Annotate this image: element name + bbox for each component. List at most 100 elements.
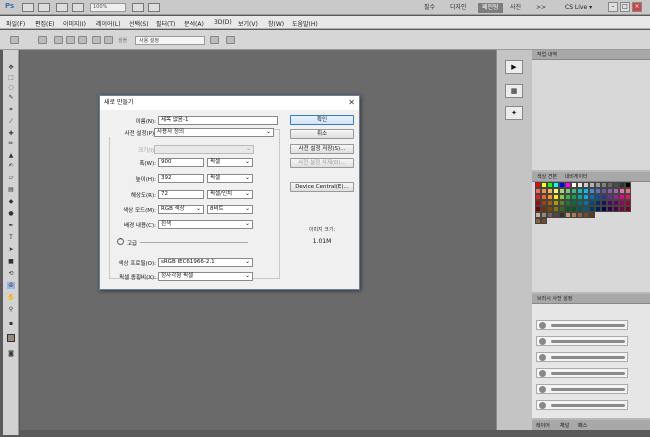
option-icon-7[interactable]: [210, 36, 219, 44]
eraser-tool-icon[interactable]: ▱: [7, 174, 15, 181]
menu-edit[interactable]: 편집(E): [35, 19, 55, 28]
close-app-button[interactable]: ×: [632, 2, 642, 12]
dialog-close-icon[interactable]: ✕: [348, 98, 355, 107]
hand-tool-icon[interactable]: [132, 3, 144, 12]
channels-tab[interactable]: 채널: [560, 422, 569, 429]
menu-select[interactable]: 선택(S): [129, 19, 149, 28]
gradient-tool-icon[interactable]: ▤: [7, 186, 15, 193]
bridge-icon[interactable]: [22, 3, 34, 12]
height-unit-select[interactable]: 픽셀: [207, 174, 253, 183]
workspace-essentials[interactable]: 필수: [420, 3, 439, 13]
foreground-color-swatch[interactable]: [7, 334, 15, 342]
marquee-tool-icon[interactable]: ⬚: [7, 74, 15, 81]
menu-filter[interactable]: 필터(T): [156, 19, 175, 28]
menu-view[interactable]: 보기(V): [238, 19, 258, 28]
zoom-tool-icon[interactable]: [148, 3, 160, 12]
quick-mask-icon[interactable]: ◙: [7, 350, 15, 357]
brush-preset-6[interactable]: [536, 400, 628, 410]
option-icon-3[interactable]: [66, 36, 75, 44]
default-colors-icon[interactable]: ▪: [7, 320, 15, 327]
brush-preset-3[interactable]: [536, 352, 628, 362]
shape-tool-icon[interactable]: ■: [7, 258, 15, 265]
brush-preset-5[interactable]: [536, 384, 628, 394]
clone-stamp-tool-icon[interactable]: ▲: [7, 152, 15, 159]
brush-tool-icon[interactable]: ✏: [7, 140, 15, 147]
history-brush-tool-icon[interactable]: ✍: [7, 162, 15, 169]
resolution-input[interactable]: 72: [158, 190, 204, 199]
color-mode-select[interactable]: RGB 색상: [158, 205, 204, 214]
color-profile-select[interactable]: sRGB IEC61966-2.1: [158, 258, 253, 267]
ok-button[interactable]: 확인: [290, 115, 354, 125]
zoom-tool-icon-2[interactable]: ⚲: [7, 306, 15, 313]
preset-select[interactable]: 사용자 정의: [154, 128, 274, 137]
swatches-tab[interactable]: 색상 견본: [537, 174, 557, 180]
brush-preset-1[interactable]: [536, 320, 628, 330]
background-select[interactable]: 흰색: [158, 220, 253, 229]
paths-tab[interactable]: 패스: [578, 422, 587, 429]
menu-help[interactable]: 도움말(H): [292, 19, 318, 28]
color-swatch[interactable]: [541, 218, 547, 224]
workspace-photography[interactable]: 사진: [506, 3, 525, 13]
more-workspaces-button[interactable]: >>: [532, 3, 550, 13]
blur-tool-icon[interactable]: ◆: [7, 198, 15, 205]
tool-preset-icon[interactable]: [10, 36, 19, 44]
option-icon-4[interactable]: [78, 36, 87, 44]
menu-3d[interactable]: 3D(D): [214, 19, 232, 26]
device-central-button[interactable]: Device Central(E)...: [290, 182, 354, 192]
3d-orbit-tool-icon[interactable]: ✇: [7, 282, 15, 289]
workspace-design[interactable]: 디자인: [446, 3, 471, 13]
swatches-panel-icon[interactable]: ▦: [505, 84, 523, 98]
sample-select[interactable]: 사용 설정: [135, 36, 205, 45]
brush-preset-4[interactable]: [536, 368, 628, 378]
type-tool-icon[interactable]: T: [7, 234, 15, 241]
crop-tool-icon[interactable]: ⌗: [7, 106, 15, 113]
color-swatch[interactable]: [625, 206, 631, 212]
color-swatch[interactable]: [589, 212, 595, 218]
view-extras-icon[interactable]: [56, 3, 68, 12]
option-icon-1[interactable]: [38, 36, 47, 44]
eyedropper-tool-icon[interactable]: ⁄: [7, 118, 15, 125]
menu-window[interactable]: 창(W): [268, 19, 284, 28]
option-icon-8[interactable]: [226, 36, 235, 44]
path-select-tool-icon[interactable]: ➤: [7, 246, 15, 253]
pen-tool-icon[interactable]: ✒: [7, 222, 15, 229]
option-icon-2[interactable]: [54, 36, 63, 44]
brush-preset-2[interactable]: [536, 336, 628, 346]
cs-live-menu[interactable]: CS Live ▾: [565, 3, 592, 13]
minimize-button[interactable]: –: [608, 2, 618, 12]
history-tab[interactable]: 작업 내역: [532, 50, 650, 60]
zoom-select[interactable]: 100%: [90, 3, 126, 12]
move-tool-icon[interactable]: ✥: [7, 64, 15, 71]
dodge-tool-icon[interactable]: ●: [7, 210, 15, 217]
workspace-painting[interactable]: 페인팅: [478, 3, 503, 13]
option-icon-6[interactable]: [104, 36, 113, 44]
mini-bridge-icon[interactable]: [38, 3, 50, 12]
swatches-grid[interactable]: [535, 182, 639, 232]
width-input[interactable]: 900: [158, 158, 204, 167]
resolution-unit-select[interactable]: 픽셀/인치: [207, 190, 253, 199]
arrange-docs-icon[interactable]: [72, 3, 84, 12]
3d-rotate-tool-icon[interactable]: ⟲: [7, 270, 15, 277]
layers-tab[interactable]: 레이어: [536, 422, 550, 429]
height-input[interactable]: 392: [158, 174, 204, 183]
navigator-tab[interactable]: 내비게이터: [565, 174, 588, 180]
menu-image[interactable]: 이미지(I): [63, 19, 86, 28]
brush-panel-icon[interactable]: ✦: [505, 106, 523, 120]
lasso-tool-icon[interactable]: ◌: [7, 84, 15, 91]
bit-depth-select[interactable]: 8비트: [207, 205, 253, 214]
advanced-toggle-icon[interactable]: ⌃: [117, 238, 124, 245]
history-panel-icon[interactable]: ▶: [505, 60, 523, 74]
menu-layer[interactable]: 레이어(L): [96, 19, 121, 28]
option-icon-5[interactable]: [92, 36, 101, 44]
save-preset-button[interactable]: 사전 설정 저장(S)...: [290, 144, 354, 154]
width-unit-select[interactable]: 픽셀: [207, 158, 253, 167]
hand-tool-icon-2[interactable]: ✋: [7, 294, 15, 301]
healing-brush-tool-icon[interactable]: ✚: [7, 130, 15, 137]
maximize-button[interactable]: □: [620, 2, 630, 12]
cancel-button[interactable]: 취소: [290, 129, 354, 139]
brush-preset-tab[interactable]: 브러시 사전 설정: [532, 294, 650, 304]
menu-analysis[interactable]: 분석(A): [184, 19, 204, 28]
menu-file[interactable]: 파일(F): [6, 19, 25, 28]
quick-select-tool-icon[interactable]: ✎: [7, 94, 15, 101]
name-input[interactable]: 제목 없음-1: [158, 116, 278, 125]
